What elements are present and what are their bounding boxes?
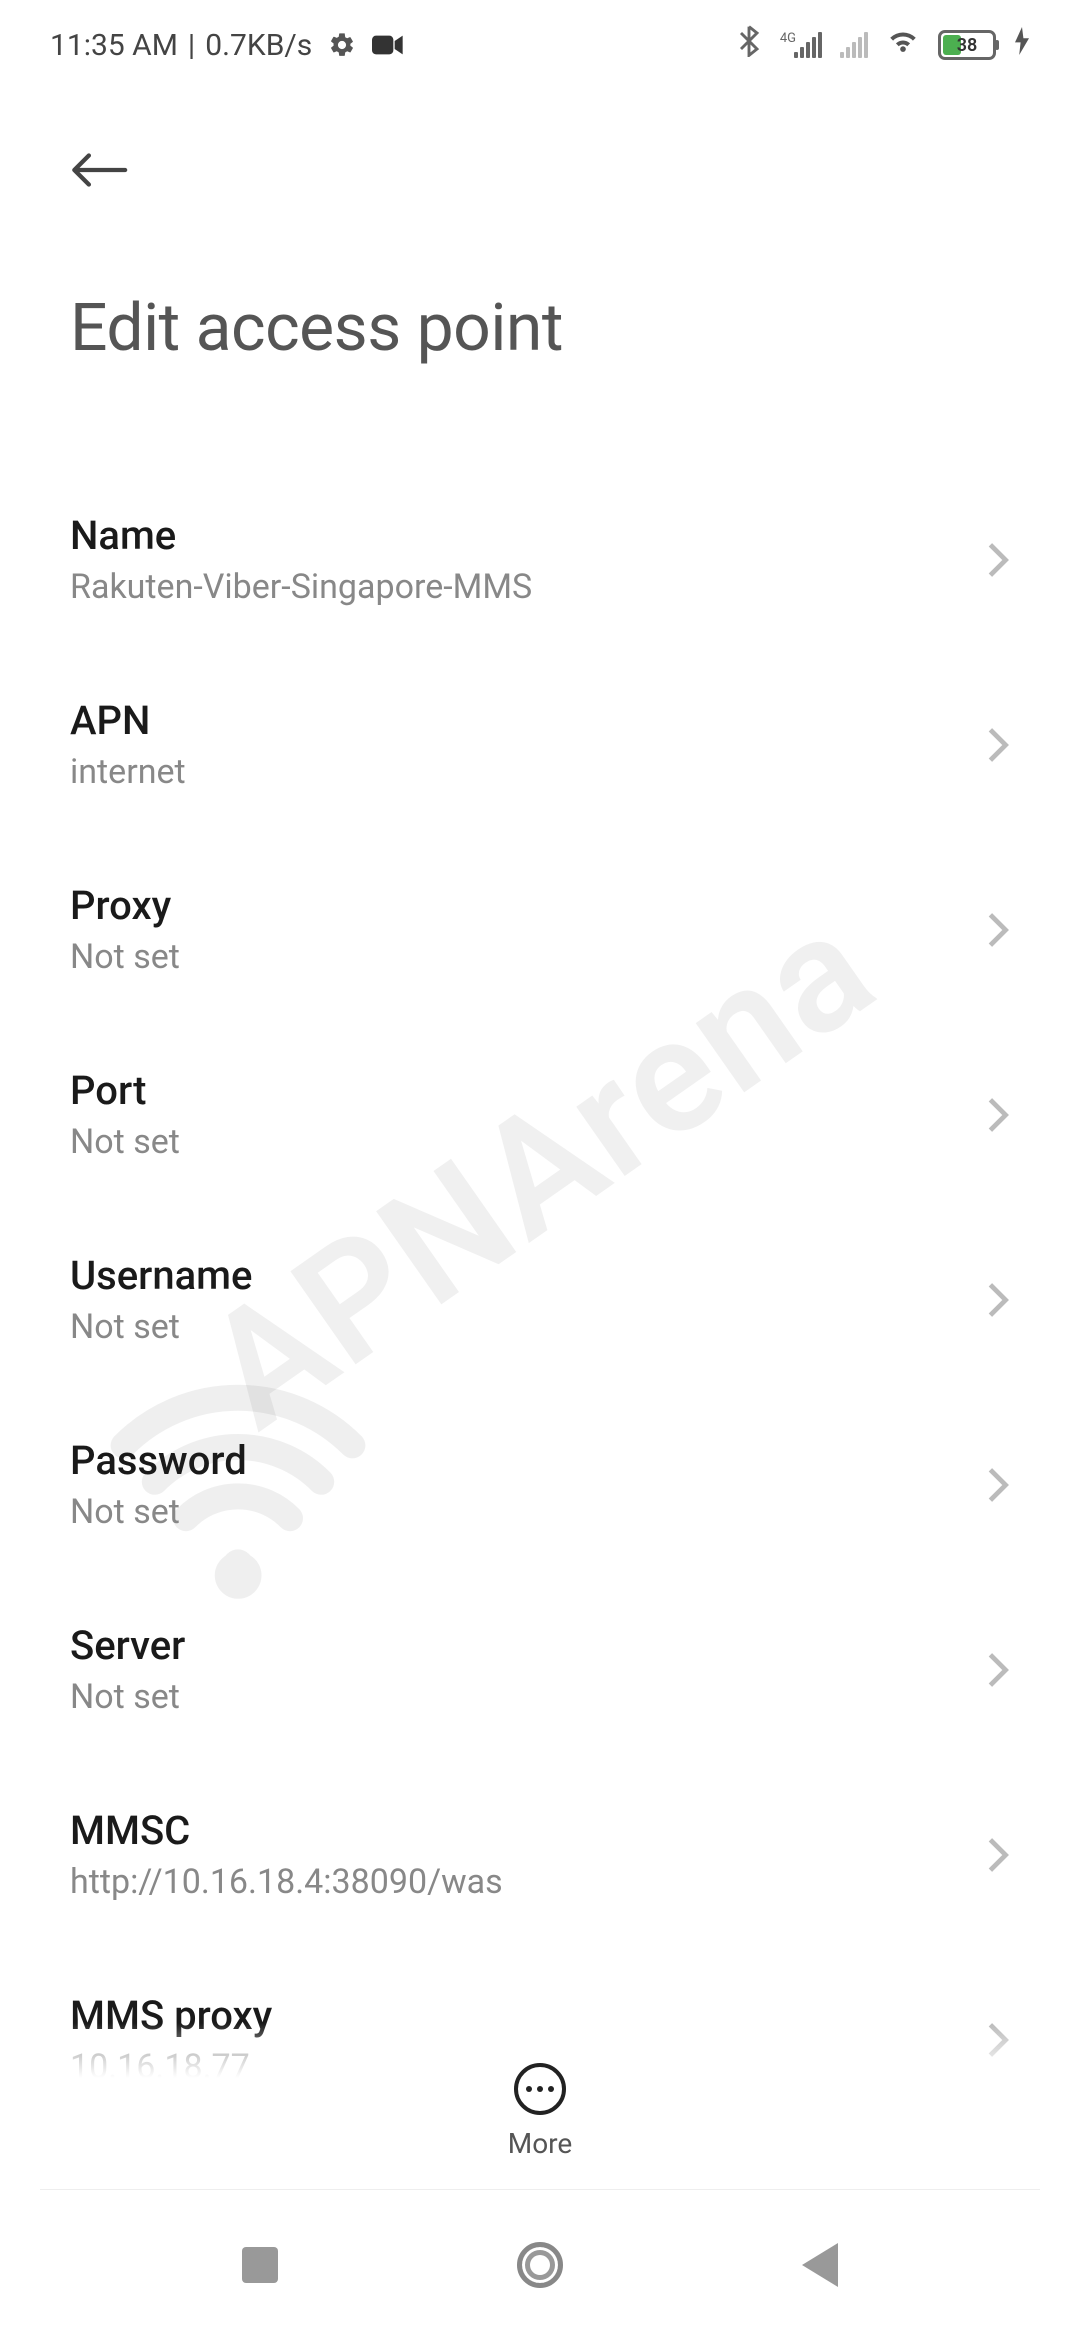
- gear-icon: [328, 31, 356, 59]
- setting-label: APN: [70, 697, 186, 744]
- wifi-icon: [886, 28, 920, 63]
- setting-mmsc[interactable]: MMSC http://10.16.18.4:38090/was: [70, 1762, 1010, 1947]
- status-separator: |: [188, 28, 195, 63]
- charging-icon: [1014, 27, 1030, 63]
- more-button[interactable]: [514, 2063, 566, 2115]
- signal-icon-1: [794, 32, 822, 58]
- chevron-right-icon: [986, 1281, 1010, 1319]
- nav-back-button[interactable]: [790, 2235, 850, 2295]
- battery-percent: 38: [941, 35, 993, 56]
- setting-label: Proxy: [70, 882, 180, 929]
- chevron-right-icon: [986, 1836, 1010, 1874]
- network-type-label: 4G: [780, 31, 796, 46]
- setting-apn[interactable]: APN internet: [70, 652, 1010, 837]
- setting-label: MMSC: [70, 1807, 503, 1854]
- setting-value: Not set: [70, 1122, 180, 1162]
- page-title: Edit access point: [70, 290, 1010, 367]
- bluetooth-icon: [738, 25, 760, 65]
- setting-name[interactable]: Name Rakuten-Viber-Singapore-MMS: [70, 467, 1010, 652]
- setting-server[interactable]: Server Not set: [70, 1577, 1010, 1762]
- setting-label: Name: [70, 512, 532, 559]
- chevron-right-icon: [986, 1651, 1010, 1689]
- status-speed: 0.7KB/s: [205, 28, 312, 63]
- circle-icon: [517, 2242, 563, 2288]
- setting-value: Not set: [70, 937, 180, 977]
- square-icon: [242, 2247, 278, 2283]
- arrow-left-icon: [70, 150, 128, 190]
- chevron-right-icon: [986, 1096, 1010, 1134]
- status-time: 11:35 AM: [50, 28, 178, 63]
- status-right: 4G 38: [738, 25, 1030, 65]
- video-icon: [372, 33, 404, 57]
- setting-value: Not set: [70, 1492, 247, 1532]
- bottom-action-bar: More: [0, 2023, 1080, 2160]
- more-dots-icon: [526, 2086, 532, 2092]
- setting-password[interactable]: Password Not set: [70, 1392, 1010, 1577]
- setting-label: Server: [70, 1622, 185, 1669]
- settings-list: Name Rakuten-Viber-Singapore-MMS APN int…: [0, 387, 1080, 2132]
- setting-value: Not set: [70, 1307, 252, 1347]
- back-button[interactable]: [70, 140, 130, 200]
- status-left: 11:35 AM | 0.7KB/s: [50, 28, 404, 63]
- chevron-right-icon: [986, 726, 1010, 764]
- chevron-right-icon: [986, 541, 1010, 579]
- setting-value: Not set: [70, 1677, 185, 1717]
- nav-home-button[interactable]: [510, 2235, 570, 2295]
- status-bar: 11:35 AM | 0.7KB/s 4G 38: [0, 0, 1080, 90]
- battery-icon: 38: [938, 30, 996, 60]
- signal-icon-2: [840, 32, 868, 58]
- chevron-right-icon: [986, 911, 1010, 949]
- header: Edit access point: [0, 90, 1080, 387]
- chevron-right-icon: [986, 1466, 1010, 1504]
- setting-label: Port: [70, 1067, 180, 1114]
- more-label: More: [508, 2127, 573, 2160]
- setting-username[interactable]: Username Not set: [70, 1207, 1010, 1392]
- nav-recent-button[interactable]: [230, 2235, 290, 2295]
- setting-value: internet: [70, 752, 186, 792]
- setting-proxy[interactable]: Proxy Not set: [70, 837, 1010, 1022]
- setting-port[interactable]: Port Not set: [70, 1022, 1010, 1207]
- setting-label: Username: [70, 1252, 252, 1299]
- system-nav-bar: [0, 2190, 1080, 2340]
- setting-label: Password: [70, 1437, 247, 1484]
- triangle-left-icon: [802, 2243, 838, 2287]
- setting-value: http://10.16.18.4:38090/was: [70, 1862, 503, 1902]
- setting-value: Rakuten-Viber-Singapore-MMS: [70, 567, 532, 607]
